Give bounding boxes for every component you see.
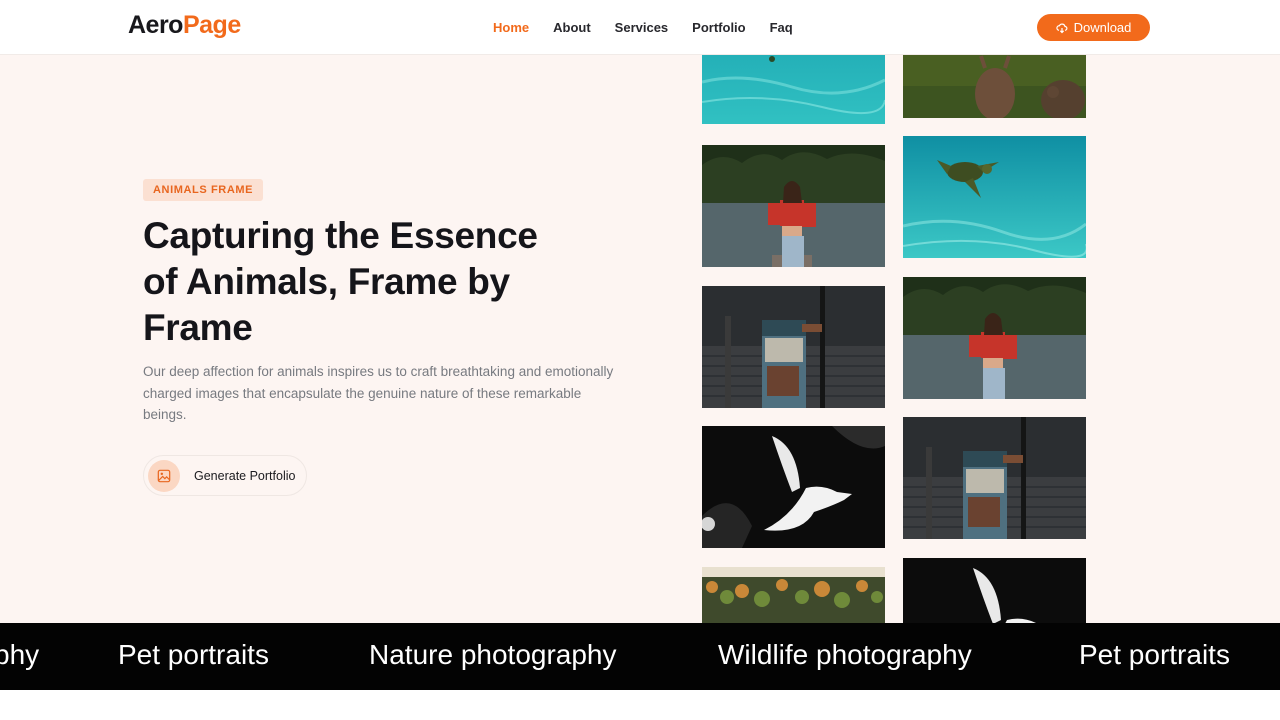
marquee-item: Pet portraits <box>1079 639 1230 670</box>
gallery-photo-white-dove <box>903 558 1086 623</box>
gallery-photo-old-machine <box>702 286 885 408</box>
logo[interactable]: AeroPage <box>128 11 241 40</box>
download-cloud-icon <box>1055 23 1068 33</box>
hero-section: ANIMALS FRAME Capturing the Essence of A… <box>0 55 1280 623</box>
generate-portfolio-button[interactable]: Generate Portfolio <box>143 455 307 496</box>
gallery-photo-deer-grass <box>903 55 1086 118</box>
gallery-photo-sea-turtle <box>903 136 1086 258</box>
marquee-item: Nature photography <box>369 639 617 670</box>
gallery-photo-woman-lake <box>702 145 885 267</box>
gallery-photo-white-dove <box>702 426 885 548</box>
nav-about[interactable]: About <box>553 20 591 35</box>
hero-title: Capturing the Essence of Animals, Frame … <box>143 215 538 348</box>
main-nav: Home About Services Portfolio Faq <box>493 20 817 35</box>
hero-description: Our deep affection for animals inspires … <box>143 364 614 422</box>
download-button-label: Download <box>1073 20 1132 35</box>
hero-badge: ANIMALS FRAME <box>143 179 264 201</box>
nav-home[interactable]: Home <box>493 20 529 35</box>
gallery-photo-autumn-garden <box>702 567 885 623</box>
marquee-item: phy <box>0 639 40 670</box>
site-header: AeroPage Home About Services Portfolio F… <box>0 0 1280 55</box>
marquee-item: Wildlife photography <box>718 639 972 670</box>
download-button[interactable]: Download <box>1037 14 1150 41</box>
nav-services[interactable]: Services <box>615 20 669 35</box>
gallery-photo-woman-lake <box>903 277 1086 399</box>
nav-faq[interactable]: Faq <box>770 20 793 35</box>
gallery-photo-sea-water <box>702 55 885 124</box>
logo-text-accent: Page <box>182 11 241 39</box>
gallery-photo-old-machine <box>903 417 1086 539</box>
nav-portfolio[interactable]: Portfolio <box>692 20 745 35</box>
marquee-item: Pet portraits <box>118 639 269 670</box>
category-marquee: phy Pet portraits Nature photography Wil… <box>0 623 1280 690</box>
generate-portfolio-label: Generate Portfolio <box>194 468 296 483</box>
logo-text-primary: Aero <box>128 11 183 39</box>
image-icon <box>148 459 180 492</box>
